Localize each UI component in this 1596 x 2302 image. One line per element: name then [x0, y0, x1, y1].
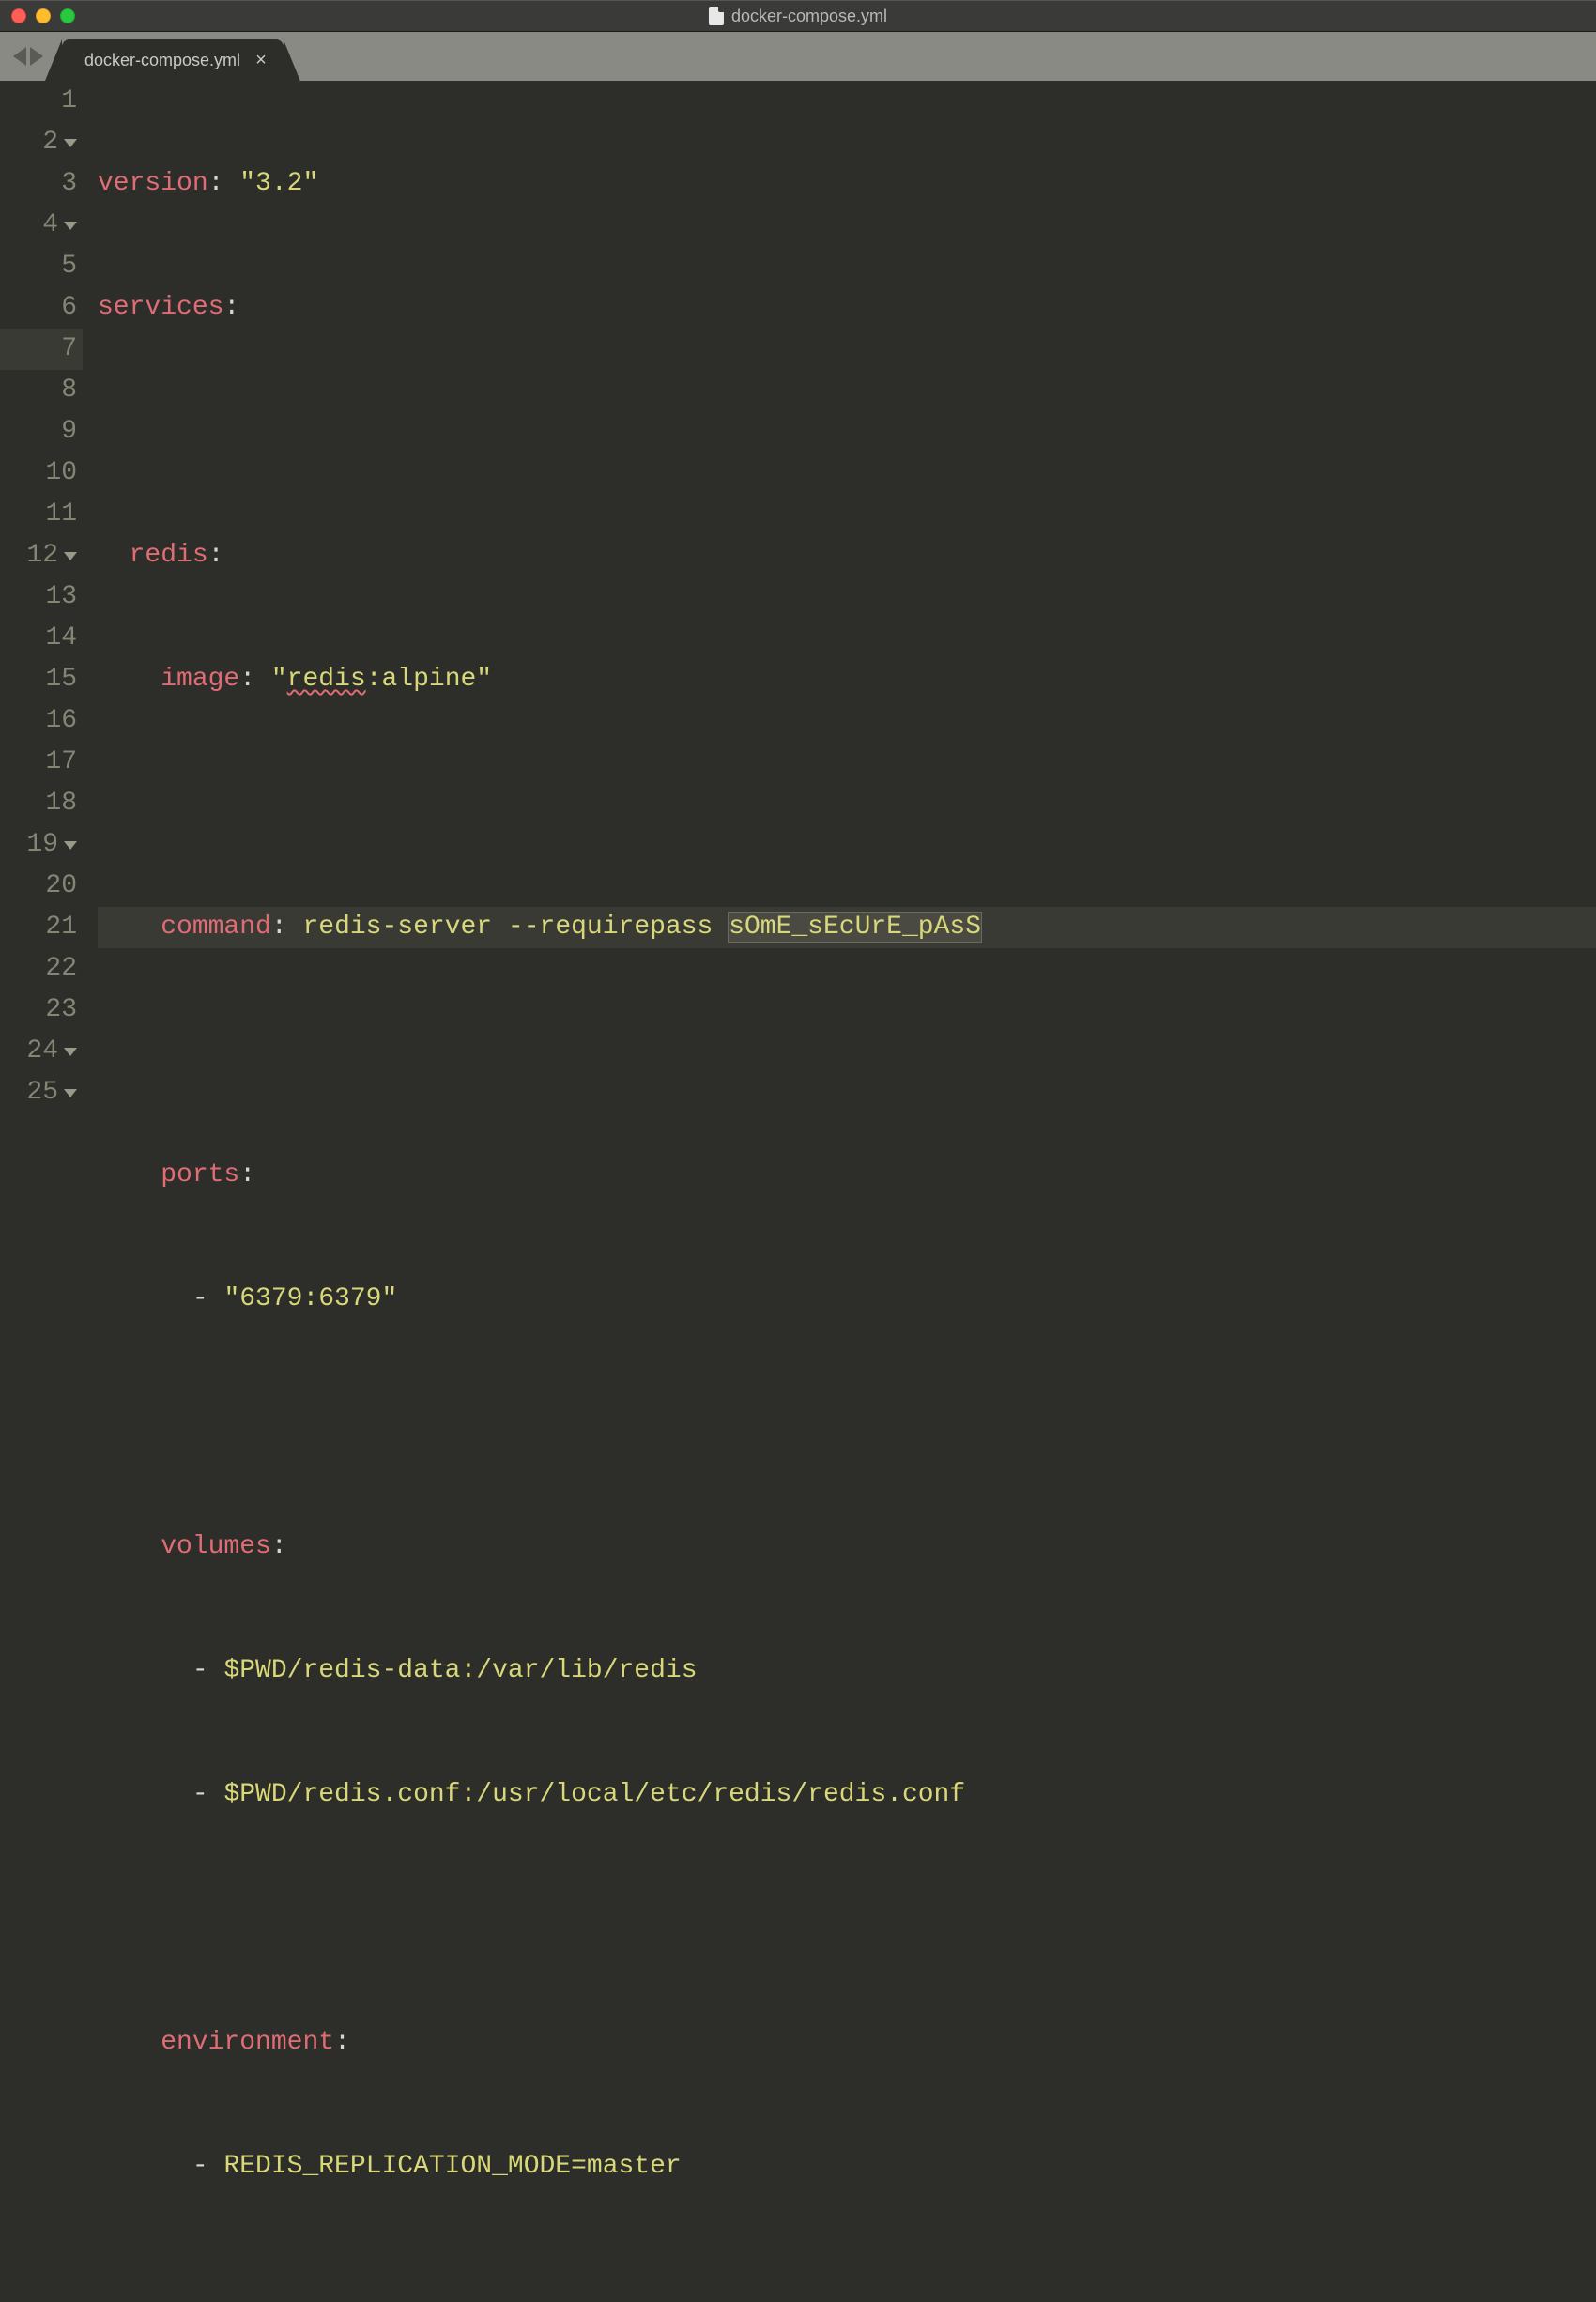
- line-number: 15: [0, 659, 83, 700]
- fold-icon[interactable]: [64, 1048, 77, 1056]
- window-titlebar: docker-compose.yml: [0, 0, 1596, 32]
- line-number: 20: [0, 866, 83, 907]
- code-line[interactable]: image: "redis:alpine": [98, 659, 1596, 700]
- code-line[interactable]: [98, 1403, 1596, 1444]
- line-number: 11: [0, 494, 83, 535]
- code-line[interactable]: - $PWD/redis-data:/var/lib/redis: [98, 1650, 1596, 1692]
- code-line[interactable]: version: "3.2": [98, 163, 1596, 205]
- code-line-active[interactable]: command: redis-server --requirepass sOmE…: [98, 907, 1596, 948]
- maximize-window-button[interactable]: [60, 8, 75, 23]
- tab-active[interactable]: docker-compose.yml ×: [62, 39, 284, 81]
- code-line[interactable]: [98, 783, 1596, 824]
- line-number: 3: [0, 163, 83, 205]
- line-number: 24: [0, 1031, 83, 1072]
- code-line[interactable]: [98, 1898, 1596, 1940]
- spellcheck-squiggle: redis: [287, 665, 366, 694]
- line-number: 17: [0, 742, 83, 783]
- fold-icon[interactable]: [64, 841, 77, 850]
- line-number: 18: [0, 783, 83, 824]
- nav-back-icon[interactable]: [13, 47, 26, 66]
- code-line[interactable]: - REDIS_REPLICATION_MODE=master: [98, 2146, 1596, 2187]
- line-number: 4: [0, 205, 83, 246]
- line-number: 16: [0, 700, 83, 742]
- fold-icon[interactable]: [64, 1089, 77, 1097]
- code-line[interactable]: - $PWD/redis.conf:/usr/local/etc/redis/r…: [98, 1774, 1596, 1816]
- editor[interactable]: 1 2 3 4 5 6 7 8 9 10 11 12 13 14 15 16 1…: [0, 81, 1596, 1151]
- line-number: 13: [0, 576, 83, 618]
- window-title: docker-compose.yml: [709, 7, 887, 26]
- line-number: 9: [0, 411, 83, 453]
- tab-close-icon[interactable]: ×: [255, 51, 267, 69]
- line-number: 6: [0, 287, 83, 329]
- line-number: 14: [0, 618, 83, 659]
- file-icon: [709, 7, 724, 25]
- tab-history-nav: [13, 47, 43, 66]
- line-number: 25: [0, 1072, 83, 1113]
- fold-icon[interactable]: [64, 552, 77, 560]
- line-number: 23: [0, 990, 83, 1031]
- nav-forward-icon[interactable]: [30, 47, 43, 66]
- fold-icon[interactable]: [64, 139, 77, 147]
- line-number: 22: [0, 948, 83, 990]
- code-line[interactable]: [98, 2270, 1596, 2302]
- line-number: 19: [0, 824, 83, 866]
- gutter: 1 2 3 4 5 6 7 8 9 10 11 12 13 14 15 16 1…: [0, 81, 90, 1151]
- line-number: 8: [0, 370, 83, 411]
- selection: sOmE_sEcUrE_pAsS: [729, 913, 981, 942]
- tab-bar: docker-compose.yml ×: [0, 32, 1596, 81]
- line-number: 2: [0, 122, 83, 163]
- code-line[interactable]: - "6379:6379": [98, 1279, 1596, 1320]
- code-area[interactable]: version: "3.2" services: redis: image: "…: [90, 81, 1596, 1151]
- code-line[interactable]: volumes:: [98, 1527, 1596, 1568]
- close-window-button[interactable]: [11, 8, 26, 23]
- traffic-lights: [11, 8, 75, 23]
- line-number: 12: [0, 535, 83, 576]
- line-number: 5: [0, 246, 83, 287]
- code-line[interactable]: services:: [98, 287, 1596, 329]
- line-number: 1: [0, 81, 83, 122]
- tab-label: docker-compose.yml: [84, 51, 240, 70]
- code-line[interactable]: ports:: [98, 1155, 1596, 1196]
- code-line[interactable]: redis:: [98, 535, 1596, 576]
- code-line[interactable]: [98, 1031, 1596, 1072]
- line-number: 7: [0, 329, 83, 370]
- line-number: 21: [0, 907, 83, 948]
- line-number: 10: [0, 453, 83, 494]
- window-title-text: docker-compose.yml: [731, 7, 887, 26]
- minimize-window-button[interactable]: [36, 8, 51, 23]
- fold-icon[interactable]: [64, 222, 77, 230]
- code-line[interactable]: [98, 411, 1596, 453]
- code-line[interactable]: environment:: [98, 2022, 1596, 2064]
